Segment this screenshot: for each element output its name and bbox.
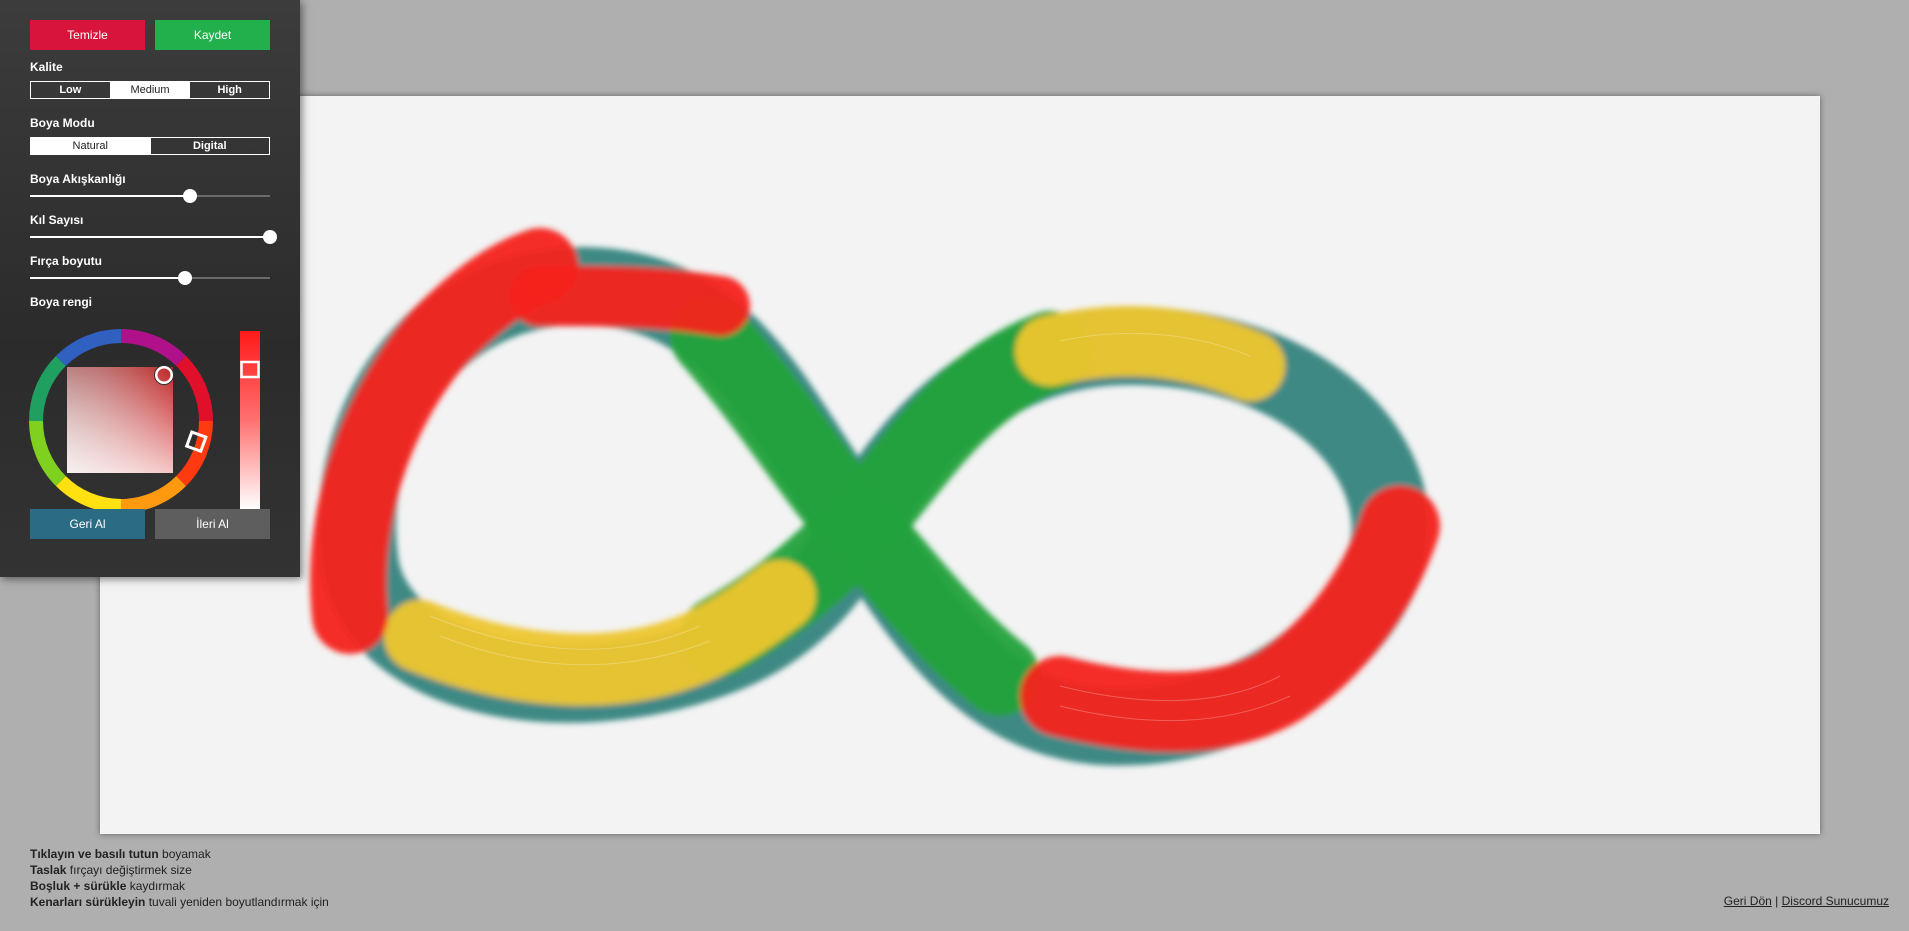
quality-option-high[interactable]: High — [190, 82, 269, 98]
paint-mode-option-digital[interactable]: Digital — [151, 138, 270, 154]
quality-label: Kalite — [30, 60, 63, 74]
bristle-count-slider-fill — [30, 236, 270, 238]
help-line-paint: Tıklayın ve basılı tutun boyamak — [30, 847, 211, 861]
hue-handle[interactable] — [184, 430, 208, 454]
bristle-count-label: Kıl Sayısı — [30, 213, 84, 227]
fluidity-slider-track — [190, 195, 270, 197]
help-text: Tıklayın ve basılı tutun boyamak Taslak … — [30, 846, 329, 910]
paint-mode-selector: Natural Digital — [30, 137, 270, 155]
back-link[interactable]: Geri Dön — [1724, 894, 1772, 908]
quality-selector: Low Medium High — [30, 81, 270, 99]
save-button[interactable]: Kaydet — [155, 20, 270, 50]
brush-size-slider-fill — [30, 277, 185, 279]
paint-color-label: Boya rengi — [30, 295, 93, 309]
stroke-red-3 — [1020, 486, 1440, 752]
quality-option-medium[interactable]: Medium — [110, 82, 191, 98]
brush-size-slider[interactable] — [30, 271, 270, 285]
fluidity-label: Boya Akışkanlığı — [30, 172, 126, 186]
bristle-count-slider[interactable] — [30, 230, 277, 244]
discord-link[interactable]: Discord Sunucumuz — [1782, 894, 1889, 908]
paint-mode-label: Boya Modu — [30, 116, 95, 130]
undo-button[interactable]: Geri Al — [30, 509, 145, 539]
lightness-bar[interactable] — [240, 331, 260, 509]
redo-button[interactable]: İleri Al — [155, 509, 270, 539]
control-panel: Temizle Kaydet Kalite Low Medium High Bo… — [0, 0, 300, 577]
stroke-red-1 — [310, 228, 578, 654]
link-separator: | — [1771, 894, 1782, 908]
color-wheel[interactable] — [28, 328, 214, 514]
brush-size-slider-thumb[interactable] — [178, 271, 192, 285]
fluidity-slider[interactable] — [30, 189, 270, 203]
fluidity-slider-fill — [30, 195, 190, 197]
bristle-count-slider-thumb[interactable] — [263, 230, 277, 244]
stroke-yellow-2 — [1015, 306, 1285, 401]
help-line-resize-canvas: Kenarları sürükleyin tuvali yeniden boyu… — [30, 895, 329, 909]
painting — [310, 228, 1440, 766]
paint-canvas[interactable] — [100, 96, 1820, 834]
brush-size-label: Fırça boyutu — [30, 254, 103, 268]
brush-size-slider-track — [185, 277, 270, 279]
footer-links: Geri Dön | Discord Sunucumuz — [1724, 894, 1889, 908]
fluidity-slider-thumb[interactable] — [183, 189, 197, 203]
help-line-pan: Boşluk + sürükle kaydırmak — [30, 879, 186, 893]
quality-option-low[interactable]: Low — [31, 82, 111, 98]
help-line-resize-brush: Taslak fırçayı değiştirmek size — [30, 863, 192, 877]
paint-mode-option-natural[interactable]: Natural — [31, 138, 151, 154]
stroke-yellow-1 — [384, 560, 816, 706]
stroke-red-2 — [510, 266, 750, 336]
clear-button[interactable]: Temizle — [30, 20, 145, 50]
